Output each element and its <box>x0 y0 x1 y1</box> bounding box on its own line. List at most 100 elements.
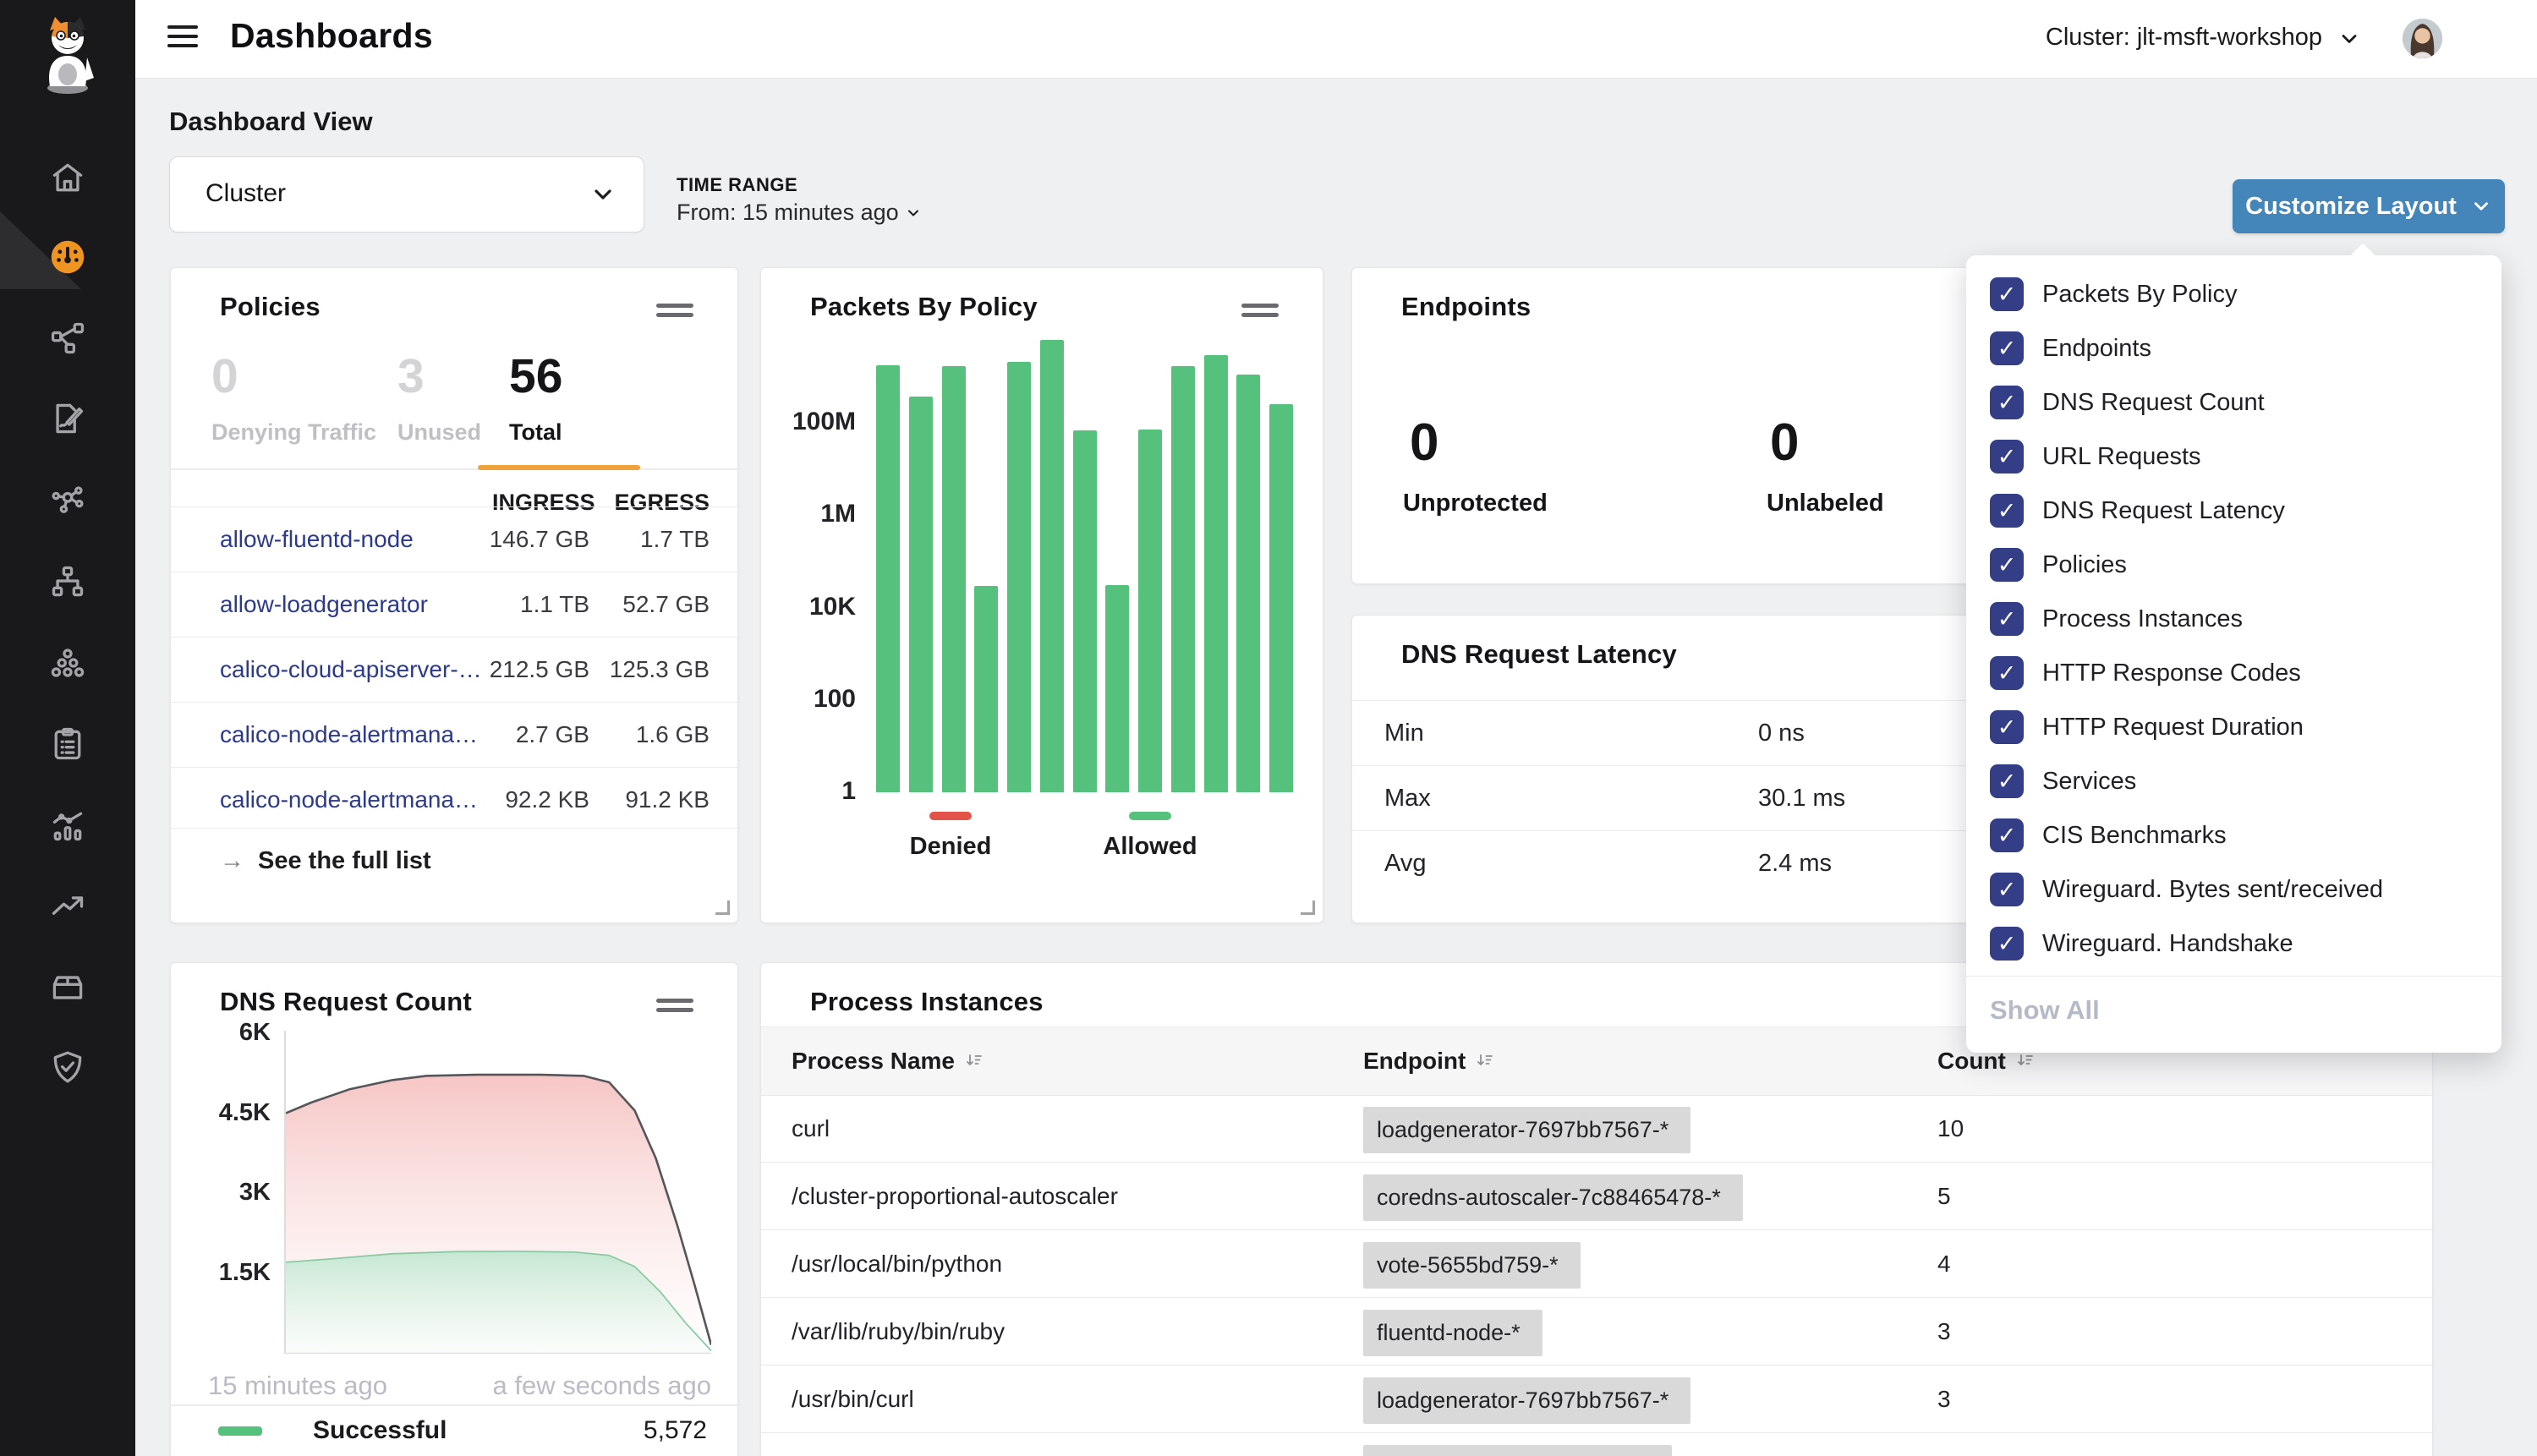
stat-label: Total <box>509 419 562 446</box>
cluster-selector[interactable]: Cluster: jlt-msft-workshop <box>2046 24 2322 52</box>
endpoint-badge[interactable]: fluentd-node-* <box>1363 1310 1542 1356</box>
checkbox-checked-icon[interactable]: ✓ <box>1990 927 2024 961</box>
customize-menu-item[interactable]: ✓Services <box>1966 754 2501 808</box>
time-range-value[interactable]: From: 15 minutes ago <box>677 200 922 226</box>
allowed-bar[interactable] <box>1073 430 1097 792</box>
packets-by-policy-card: Packets By Policy 110010K1M100M Denied A… <box>760 267 1323 923</box>
egress-value: 1.6 GB <box>598 721 710 748</box>
customize-menu-item[interactable]: ✓ URL Requests <box>1966 430 2501 484</box>
sidebar-item-service-graph[interactable] <box>0 473 135 528</box>
legend-value: 5,572 <box>644 1416 707 1445</box>
sort-icon[interactable] <box>965 1052 984 1070</box>
latency-value: 30.1 ms <box>1758 785 1845 813</box>
customize-menu-item[interactable]: ✓Endpoints <box>1966 321 2501 375</box>
sidebar-item-home[interactable] <box>0 151 135 205</box>
see-full-list-link[interactable]: →See the full list <box>220 847 431 875</box>
checkbox-checked-icon[interactable]: ✓ <box>1990 548 2024 582</box>
customize-layout-button[interactable]: Customize Layout <box>2233 179 2505 233</box>
checkbox-checked-icon[interactable]: ✓ <box>1990 440 2024 473</box>
chevron-down-icon <box>589 181 616 208</box>
policy-name-link[interactable]: calico-node-alertmana… <box>220 721 474 748</box>
sidebar-item-sitemap[interactable] <box>0 555 135 609</box>
sidebar-item-clipboard-list[interactable] <box>0 717 135 771</box>
sidebar-item-shield-check[interactable] <box>0 1040 135 1094</box>
endpoint-badge[interactable]: loadgenerator-7697bb7567-* <box>1363 1107 1690 1153</box>
menu-item-label: Policies <box>2042 551 2127 579</box>
drag-handle-icon[interactable] <box>1241 304 1279 322</box>
customize-menu-item[interactable]: ✓DNS Request Count <box>1966 375 2501 430</box>
stat-value: 56 <box>509 353 562 401</box>
checkbox-checked-icon[interactable]: ✓ <box>1990 764 2024 798</box>
policy-name-link[interactable]: calico-node-alertmana… <box>220 786 474 813</box>
process-table-row: /usr/bin/kube-benchcompliance-benchmarke… <box>761 1433 2432 1456</box>
column-header-process-name[interactable]: Process Name <box>792 1048 984 1075</box>
show-all-button[interactable]: Show All <box>1966 977 2501 1026</box>
allowed-bar[interactable] <box>942 366 966 792</box>
policies-table-row: calico-cloud-apiserver-…212.5 GB125.3 GB <box>171 637 737 702</box>
dns-area-chart <box>286 1032 711 1353</box>
customize-menu-item[interactable]: ✓Packets By Policy <box>1966 267 2501 321</box>
policies-stat-unused[interactable]: 3Unused <box>397 353 481 446</box>
user-avatar[interactable] <box>2403 19 2442 58</box>
allowed-bar[interactable] <box>974 586 998 793</box>
policies-table-row: allow-fluentd-node146.7 GB1.7 TB <box>171 506 737 572</box>
drag-handle-icon[interactable] <box>656 304 693 322</box>
resize-handle[interactable] <box>1301 900 1315 915</box>
allowed-bar[interactable] <box>1204 355 1228 793</box>
checkbox-checked-icon[interactable]: ✓ <box>1990 331 2024 365</box>
policies-stat-denying-traffic[interactable]: 0Denying Traffic <box>211 353 376 446</box>
calico-cat-logo[interactable] <box>38 15 97 96</box>
sidebar-item-reports-stats[interactable] <box>0 798 135 852</box>
sidebar-item-endpoints-cluster[interactable] <box>0 636 135 690</box>
dashboard-page: Dashboards Cluster: jlt-msft-workshop Da… <box>0 0 2537 1456</box>
sidebar-item-dashboard-gauge[interactable] <box>0 230 135 284</box>
dashboard-view-select[interactable]: Cluster <box>169 156 644 233</box>
endpoint-badge[interactable]: vote-5655bd759-* <box>1363 1242 1581 1289</box>
allowed-bar[interactable] <box>1138 430 1162 792</box>
policy-name-link[interactable]: calico-cloud-apiserver-… <box>220 656 474 683</box>
sidebar-item-trend-up[interactable] <box>0 879 135 933</box>
column-header-endpoint[interactable]: Endpoint <box>1363 1048 1494 1075</box>
process-name: /usr/bin/curl <box>792 1386 914 1413</box>
sidebar-item-network-topology[interactable] <box>0 311 135 365</box>
checkbox-checked-icon[interactable]: ✓ <box>1990 386 2024 419</box>
sort-icon[interactable] <box>1476 1052 1494 1070</box>
checkbox-checked-icon[interactable]: ✓ <box>1990 873 2024 906</box>
allowed-bar[interactable] <box>1269 404 1293 793</box>
allowed-bar[interactable] <box>1007 362 1031 792</box>
checkbox-checked-icon[interactable]: ✓ <box>1990 494 2024 528</box>
allowed-bar[interactable] <box>1171 366 1195 792</box>
customize-menu-item[interactable]: ✓Wireguard. Handshake <box>1966 917 2501 971</box>
checkbox-checked-icon[interactable]: ✓ <box>1990 602 2024 636</box>
allowed-bar[interactable] <box>1040 340 1064 792</box>
sidebar-item-inventory-box[interactable] <box>0 961 135 1015</box>
customize-menu-item[interactable]: ✓Wireguard. Bytes sent/received <box>1966 862 2501 917</box>
customize-menu-item[interactable]: ✓ Policies <box>1966 538 2501 592</box>
policy-name-link[interactable]: allow-fluentd-node <box>220 526 414 553</box>
resize-handle[interactable] <box>715 900 730 915</box>
checkbox-checked-icon[interactable]: ✓ <box>1990 818 2024 852</box>
hamburger-menu-icon[interactable] <box>167 25 198 53</box>
allowed-bar[interactable] <box>1236 375 1260 792</box>
customize-menu-item[interactable]: ✓HTTP Response Codes <box>1966 646 2501 700</box>
checkbox-checked-icon[interactable]: ✓ <box>1990 710 2024 744</box>
checkbox-checked-icon[interactable]: ✓ <box>1990 277 2024 311</box>
customize-menu-item[interactable]: ✓CIS Benchmarks <box>1966 808 2501 862</box>
clipboard-list-icon <box>49 725 86 763</box>
menu-item-label: URL Requests <box>2042 443 2201 471</box>
policy-name-link[interactable]: allow-loadgenerator <box>220 591 428 618</box>
allowed-bar[interactable] <box>1105 585 1129 792</box>
customize-menu-item[interactable]: ✓DNS Request Latency <box>1966 484 2501 538</box>
drag-handle-icon[interactable] <box>656 999 693 1017</box>
endpoint-badge[interactable]: coredns-autoscaler-7c88465478-* <box>1363 1174 1743 1221</box>
sidebar-item-policy-edit[interactable] <box>0 391 135 446</box>
policies-stat-total[interactable]: 56 Total <box>509 353 562 446</box>
allowed-bar[interactable] <box>876 365 900 792</box>
endpoint-badge[interactable]: loadgenerator-7697bb7567-* <box>1363 1377 1690 1424</box>
customize-menu-item[interactable]: ✓Process Instances <box>1966 592 2501 646</box>
customize-menu-item[interactable]: ✓HTTP Request Duration <box>1966 700 2501 754</box>
endpoint-badge[interactable]: compliance-benchmarker-* <box>1363 1445 1672 1456</box>
allowed-bar[interactable] <box>909 397 933 792</box>
sort-icon[interactable] <box>2016 1052 2035 1070</box>
checkbox-checked-icon[interactable]: ✓ <box>1990 656 2024 690</box>
